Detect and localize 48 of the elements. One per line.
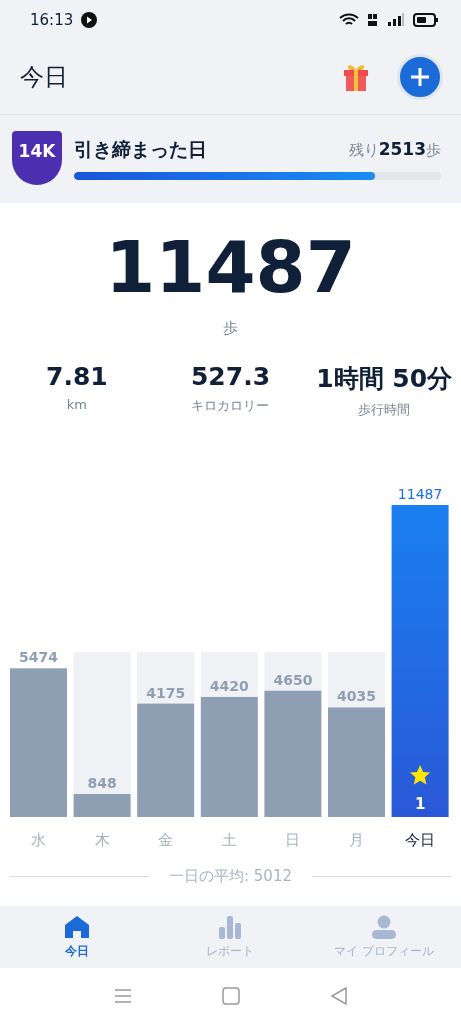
plus-icon <box>409 66 431 88</box>
value-label: 4175 <box>146 684 186 701</box>
stat-label: 歩行時間 <box>357 401 412 419</box>
bar-track <box>200 652 258 697</box>
value-label: 848 <box>87 774 117 791</box>
day-label: 日 <box>285 831 301 849</box>
signal-icon <box>387 13 405 27</box>
value-label: 5474 <box>19 649 58 666</box>
star-icon <box>410 765 431 785</box>
home-square-icon[interactable] <box>221 987 240 1005</box>
person-icon <box>371 914 398 939</box>
stat-value: 1時間 50分 <box>315 363 454 395</box>
step-unit: 歩 <box>222 319 239 338</box>
day-label: 土 <box>221 831 237 849</box>
step-count: 11487 <box>104 231 357 303</box>
value-label: 4650 <box>273 671 313 688</box>
day-label: 月 <box>349 831 364 849</box>
home-icon <box>63 914 90 939</box>
stat-label: km <box>65 397 88 412</box>
day-label: 今日 <box>405 831 436 849</box>
star-count: 1 <box>414 795 426 813</box>
stat-value: 527.3 <box>189 362 272 391</box>
day-label: 水 <box>31 831 46 849</box>
nav-tab[interactable]: レポート <box>153 906 308 968</box>
stat-label: キロカロリー <box>190 397 271 415</box>
gift-icon[interactable] <box>341 62 371 92</box>
value-label: 11487 <box>397 486 443 502</box>
daily-average: 一日の平均: 5012 <box>169 867 292 886</box>
value-label: 4035 <box>337 688 376 705</box>
status-time: 16:13 <box>30 11 74 29</box>
value-label: 4420 <box>209 677 249 694</box>
bar-track <box>137 652 195 704</box>
add-button[interactable] <box>397 54 443 100</box>
bar-track <box>264 652 322 691</box>
stat-value: 7.81 <box>45 362 109 391</box>
back-icon[interactable] <box>329 987 348 1005</box>
play-icon <box>81 12 98 28</box>
battery-icon <box>413 13 439 27</box>
day-label: 金 <box>158 831 174 849</box>
bar-chart-icon <box>218 914 243 939</box>
goal-title: 引き締まった日 <box>74 136 208 162</box>
page-title: 今日 <box>20 62 69 93</box>
bar-track <box>328 652 385 708</box>
day-label: 木 <box>94 831 110 849</box>
menu-icon[interactable] <box>113 988 132 1004</box>
nav-tab[interactable]: 今日 <box>0 906 154 968</box>
goal-badge: 14K <box>12 131 62 185</box>
wifi-icon <box>339 13 359 27</box>
